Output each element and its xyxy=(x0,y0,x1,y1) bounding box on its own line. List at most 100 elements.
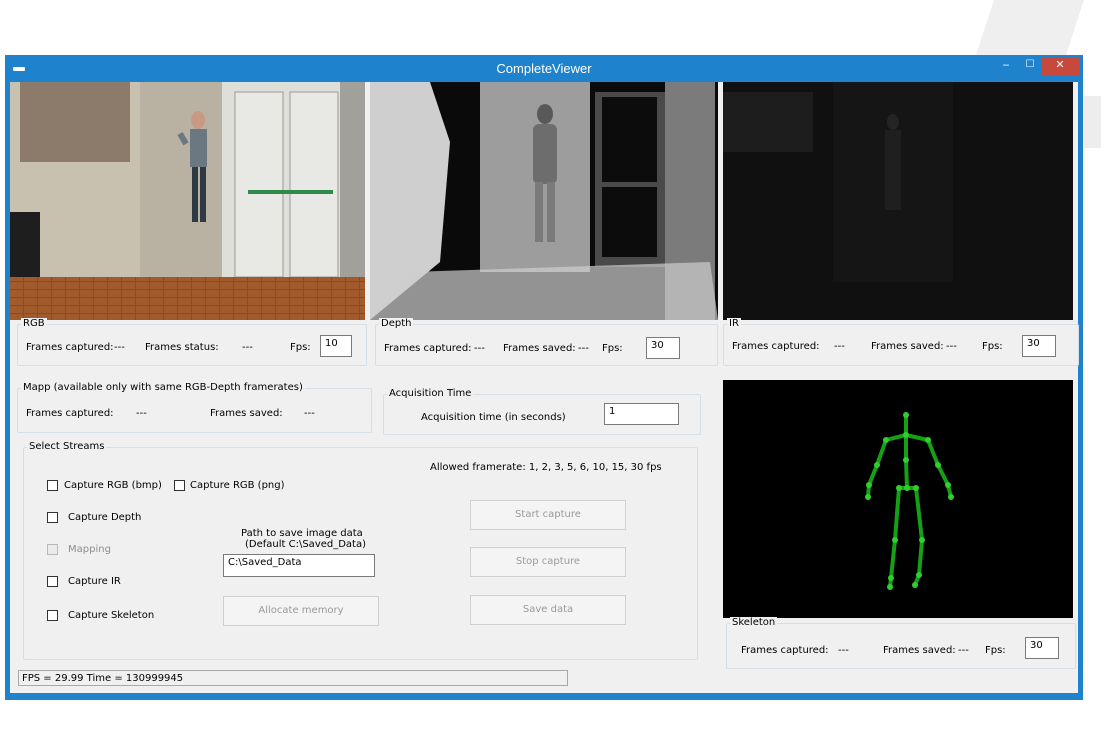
ir-view xyxy=(723,82,1073,320)
depth-frames-captured-value: --- xyxy=(474,343,485,354)
depth-fps-label: Fps: xyxy=(602,343,623,354)
skeleton-bone xyxy=(926,438,940,467)
skeleton-bone xyxy=(875,438,888,467)
skeleton-bone xyxy=(904,458,909,490)
rgb-fps-input[interactable]: 10 xyxy=(320,335,352,357)
capture-rgb-png-checkbox[interactable] xyxy=(174,480,185,491)
skeleton-joint xyxy=(945,482,951,488)
ir-frames-captured-label: Frames captured: xyxy=(732,341,820,352)
skeleton-joint xyxy=(925,437,931,443)
skeleton-joint xyxy=(916,572,922,578)
acquisition-group: Acquisition Time Acquisition time (in se… xyxy=(383,388,701,435)
depth-group: Depth Frames captured: --- Frames saved:… xyxy=(375,318,718,366)
status-text: FPS = 29.99 Time = 130999945 xyxy=(22,673,184,684)
window-title: CompleteViewer xyxy=(496,61,592,76)
ir-frames-saved-label: Frames saved: xyxy=(871,341,944,352)
ir-image xyxy=(723,82,1073,320)
skeleton-frames-captured-value: --- xyxy=(838,645,849,656)
skeleton-bone xyxy=(904,433,930,442)
window-bottom-border xyxy=(5,693,1083,700)
skeleton-fps-label: Fps: xyxy=(985,645,1006,656)
select-streams-group: Select Streams Allowed framerate: 1, 2, … xyxy=(23,441,698,660)
desktop-background-shape xyxy=(976,0,1084,55)
skeleton-joint xyxy=(904,485,910,491)
ir-fps-label: Fps: xyxy=(982,341,1003,352)
capture-skeleton-checkbox[interactable] xyxy=(47,610,58,621)
mapp-frames-saved-label: Frames saved: xyxy=(210,408,283,419)
capture-skeleton-label[interactable]: Capture Skeleton xyxy=(68,610,154,621)
depth-frames-saved-label: Frames saved: xyxy=(503,343,576,354)
stop-capture-button[interactable]: Stop capture xyxy=(470,547,626,577)
acquisition-time-label: Acquisition time (in seconds) xyxy=(421,412,566,423)
skeleton-group-label: Skeleton xyxy=(730,617,778,628)
capture-rgb-bmp-label[interactable]: Capture RGB (bmp) xyxy=(64,480,162,491)
skeleton-joint xyxy=(874,462,880,468)
mapping-label: Mapping xyxy=(68,544,111,555)
status-bar: FPS = 29.99 Time = 130999945 xyxy=(18,670,568,686)
client-area: RGB Frames captured: --- Frames status: … xyxy=(10,82,1079,693)
skeleton-joint xyxy=(865,494,871,500)
path-label-line2: (Default C:\Saved_Data) xyxy=(245,539,367,550)
rgb-frames-captured-value: --- xyxy=(114,342,125,353)
skeleton-joint xyxy=(903,412,909,418)
skeleton-view xyxy=(723,380,1073,618)
mapp-frames-captured-value: --- xyxy=(136,408,147,419)
rgb-frames-status-label: Frames status: xyxy=(145,342,219,353)
mapping-checkbox xyxy=(47,544,58,555)
depth-fps-input[interactable]: 30 xyxy=(646,337,680,359)
mapp-frames-captured-label: Frames captured: xyxy=(26,408,114,419)
skeleton-joint xyxy=(896,485,902,491)
ir-group: IR Frames captured: --- Frames saved: --… xyxy=(723,318,1079,366)
depth-image xyxy=(370,82,718,320)
skeleton-joint xyxy=(866,482,872,488)
capture-depth-checkbox[interactable] xyxy=(47,512,58,523)
rgb-frames-status-value: --- xyxy=(242,342,253,353)
title-bar[interactable]: CompleteViewer ‒ ☐ ✕ xyxy=(5,55,1083,82)
skeleton-joint xyxy=(913,485,919,491)
capture-depth-label[interactable]: Capture Depth xyxy=(68,512,141,523)
depth-frames-captured-label: Frames captured: xyxy=(384,343,472,354)
skeleton-joint xyxy=(903,432,909,438)
skeleton-fps-input[interactable]: 30 xyxy=(1025,637,1059,659)
ir-frames-captured-value: --- xyxy=(834,341,845,352)
ir-fps-input[interactable]: 30 xyxy=(1022,335,1056,357)
path-label-line1: Path to save image data xyxy=(241,528,363,539)
skeleton-joint xyxy=(892,537,898,543)
capture-rgb-png-label[interactable]: Capture RGB (png) xyxy=(190,480,285,491)
mapp-frames-saved-value: --- xyxy=(304,408,315,419)
skeleton-joint xyxy=(887,584,893,590)
save-path-input[interactable]: C:\Saved_Data xyxy=(223,554,375,577)
maximize-button[interactable]: ☐ xyxy=(1019,57,1041,75)
capture-rgb-bmp-checkbox[interactable] xyxy=(47,480,58,491)
skeleton-joint xyxy=(919,537,925,543)
skeleton-drawing xyxy=(865,412,954,590)
mapp-group: Mapp (available only with same RGB-Depth… xyxy=(17,382,372,433)
skeleton-bone xyxy=(884,433,908,442)
skeleton-bone xyxy=(936,463,950,487)
acquisition-group-label: Acquisition Time xyxy=(387,388,474,399)
depth-view xyxy=(370,82,718,320)
allocate-memory-button[interactable]: Allocate memory xyxy=(223,596,379,626)
rgb-frames-captured-label: Frames captured: xyxy=(26,342,114,353)
skeleton-frames-captured-label: Frames captured: xyxy=(741,645,829,656)
acquisition-time-input[interactable]: 1 xyxy=(604,403,679,425)
rgb-group-label: RGB xyxy=(21,318,47,329)
skeleton-bone xyxy=(889,538,897,580)
skeleton-bone xyxy=(893,486,901,542)
save-data-button[interactable]: Save data xyxy=(470,595,626,625)
rgb-group: RGB Frames captured: --- Frames status: … xyxy=(17,318,367,366)
desktop-background-shape xyxy=(1084,96,1101,148)
rgb-view xyxy=(10,82,365,320)
skeleton-joint xyxy=(903,457,909,463)
ir-group-label: IR xyxy=(727,318,741,329)
depth-frames-saved-value: --- xyxy=(578,343,589,354)
depth-group-label: Depth xyxy=(379,318,414,329)
close-button[interactable]: ✕ xyxy=(1041,57,1079,75)
rgb-fps-label: Fps: xyxy=(290,342,311,353)
minimize-button[interactable]: ‒ xyxy=(995,57,1017,75)
skeleton-frames-saved-label: Frames saved: xyxy=(883,645,956,656)
capture-ir-checkbox[interactable] xyxy=(47,576,58,587)
skeleton-group: Skeleton Frames captured: --- Frames sav… xyxy=(726,617,1076,669)
capture-ir-label[interactable]: Capture IR xyxy=(68,576,121,587)
start-capture-button[interactable]: Start capture xyxy=(470,500,626,530)
